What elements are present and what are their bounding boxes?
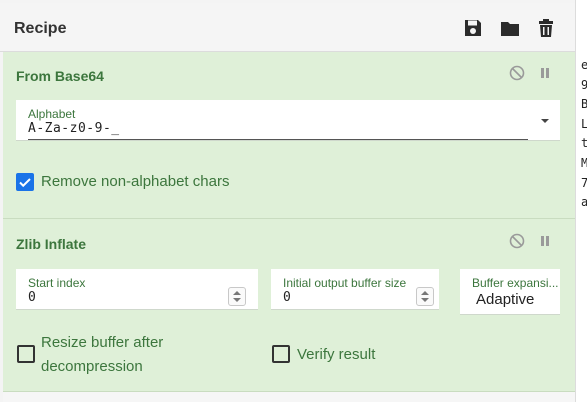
operation-title: Zlib Inflate [16,236,86,252]
alphabet-value: A-Za-z0-9-_ [28,121,120,136]
input-text-column: e 9 B L t M 7 a [581,56,587,213]
input-line: 9 [581,77,587,92]
disable-icon[interactable] [508,64,526,82]
initial-buffer-label: Initial output buffer size [283,276,407,290]
initial-buffer-field[interactable]: Initial output buffer size 0 [271,269,439,310]
recipe-header: Recipe [0,3,575,52]
input-line: e [581,58,587,72]
alphabet-label: Alphabet [28,107,76,121]
operation-from-base64: From Base64 Alphabet A-Za-z0-9-_ Remove … [3,52,575,219]
input-line: a [581,195,587,210]
input-line: L [581,116,587,131]
dropdown-caret-icon[interactable] [536,111,554,129]
input-line: 7 [581,175,587,190]
recipe-panel: Recipe From Base64 Alphabet A-Za-z0-9-_ [0,0,576,402]
alphabet-field[interactable]: Alphabet A-Za-z0-9-_ [16,100,560,141]
resize-buffer-checkbox[interactable] [17,345,35,363]
disable-icon[interactable] [508,232,526,250]
operation-title: From Base64 [16,68,104,84]
remove-non-alphabet-label[interactable]: Remove non-alphabet chars [41,170,229,194]
alphabet-underline [28,139,528,140]
input-line: t [581,136,587,151]
verify-result-checkbox[interactable] [272,345,290,363]
save-icon[interactable] [462,17,484,39]
initial-buffer-value: 0 [283,290,292,305]
initial-buffer-stepper[interactable] [416,287,434,306]
pause-icon[interactable] [536,232,554,250]
input-line: M [581,155,587,170]
verify-result-label[interactable]: Verify result [297,343,375,367]
remove-non-alphabet-checkbox[interactable] [16,173,34,191]
start-index-field[interactable]: Start index 0 [16,269,258,310]
start-index-stepper[interactable] [228,287,246,306]
operation-zlib-inflate: Zlib Inflate Start index 0 Initial outpu… [3,219,575,392]
buffer-expansion-value: Adaptive [476,291,535,308]
input-line: B [581,97,587,112]
recipe-title: Recipe [14,20,67,37]
next-operation-edge [3,392,575,402]
resize-buffer-label-line2: decompression [41,358,143,375]
trash-icon[interactable] [535,17,557,39]
buffer-expansion-label: Buffer expansi... [472,276,559,290]
pause-icon[interactable] [536,64,554,82]
resize-buffer-label-line1: Resize buffer after [41,334,164,351]
buffer-expansion-select[interactable]: Buffer expansi... Adaptive [460,269,560,315]
start-index-value: 0 [28,290,37,305]
resize-buffer-label[interactable]: Resize buffer after decompression [41,331,163,379]
start-index-label: Start index [28,276,86,290]
folder-icon[interactable] [499,17,521,39]
